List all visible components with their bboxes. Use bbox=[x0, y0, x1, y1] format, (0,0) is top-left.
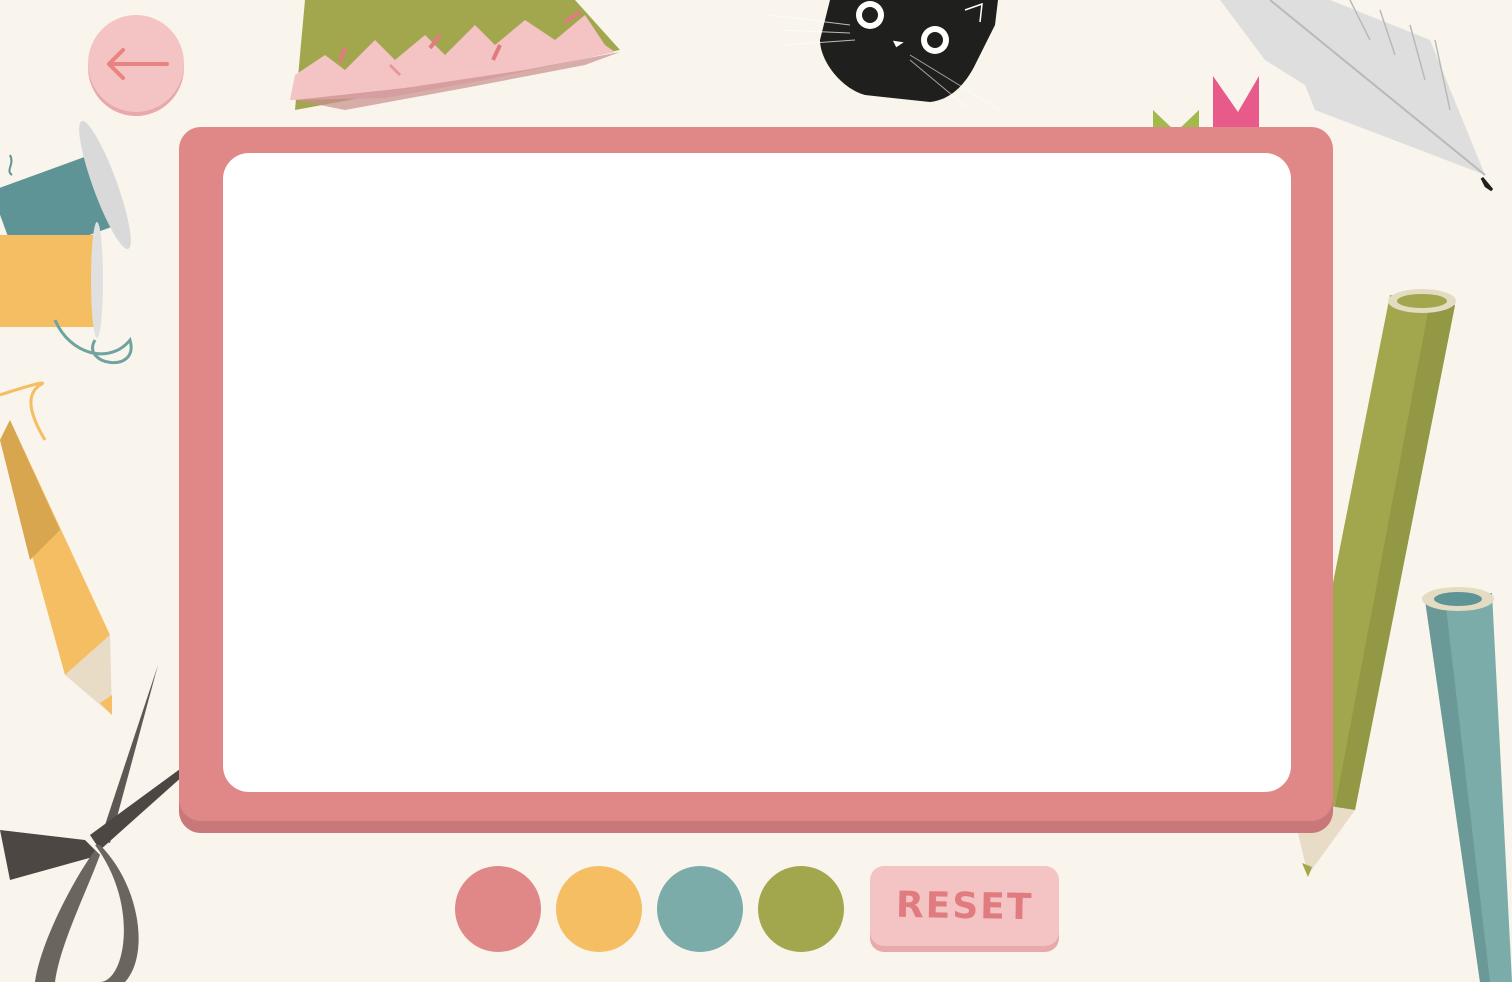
arrow-left-icon bbox=[101, 44, 171, 84]
color-swatch-pink[interactable] bbox=[455, 866, 541, 952]
color-swatch-yellow[interactable] bbox=[556, 866, 642, 952]
color-swatch-teal[interactable] bbox=[657, 866, 743, 952]
black-cat-decoration bbox=[770, 0, 1010, 115]
drawing-canvas[interactable] bbox=[223, 153, 1291, 792]
color-swatch-olive[interactable] bbox=[758, 866, 844, 952]
reset-button[interactable]: RESET bbox=[870, 866, 1059, 946]
reset-label: RESET bbox=[895, 884, 1034, 928]
thread-spools-decoration bbox=[0, 115, 140, 445]
teal-pencil-decoration bbox=[1420, 585, 1512, 982]
party-hat-decoration bbox=[285, 0, 625, 120]
back-button[interactable] bbox=[88, 15, 184, 112]
